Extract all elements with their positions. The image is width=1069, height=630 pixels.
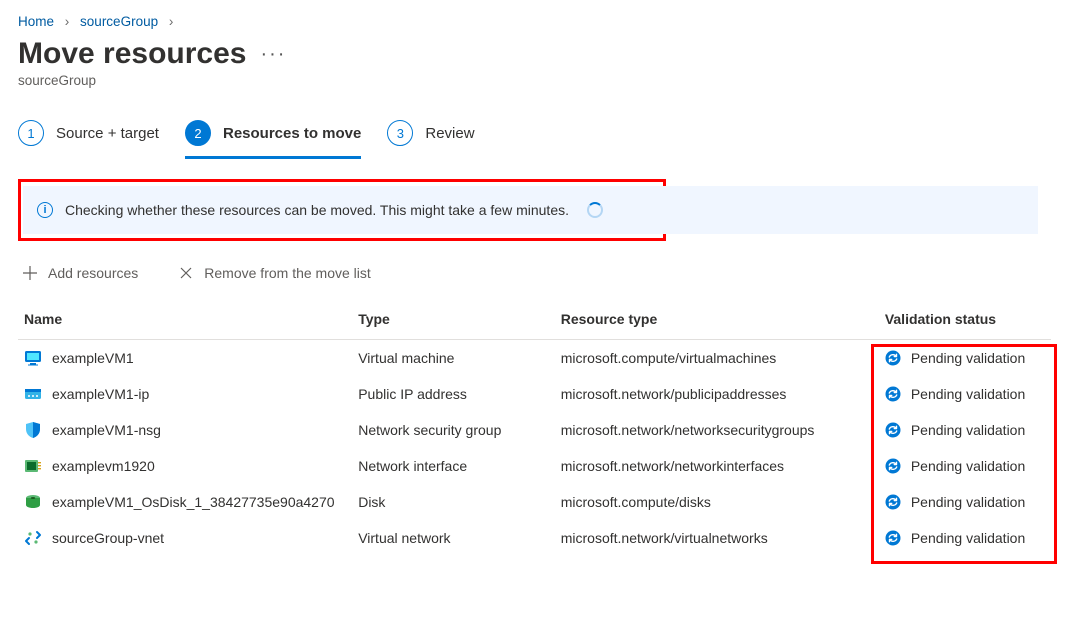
chevron-right-icon: ›: [65, 14, 70, 29]
sync-icon: [885, 530, 901, 546]
toolbar: Add resources Remove from the move list: [18, 255, 1051, 299]
breadcrumb-group[interactable]: sourceGroup: [80, 14, 158, 29]
plus-icon: [22, 265, 38, 281]
resource-type-friendly: Network interface: [352, 448, 555, 484]
resource-name: exampleVM1-ip: [52, 386, 149, 402]
chevron-right-icon: ›: [169, 14, 174, 29]
step-label: Resources to move: [223, 125, 361, 142]
info-banner: i Checking whether these resources can b…: [23, 186, 1038, 234]
step-label: Source + target: [56, 125, 159, 142]
col-header-resource-type[interactable]: Resource type: [555, 299, 879, 340]
resource-type: microsoft.network/publicipaddresses: [555, 376, 879, 412]
resource-type-friendly: Public IP address: [352, 376, 555, 412]
step-label: Review: [425, 125, 474, 142]
table-row[interactable]: exampleVM1 Virtual machinemicrosoft.compu…: [18, 340, 1051, 377]
breadcrumb-home[interactable]: Home: [18, 14, 54, 29]
table-row[interactable]: exampleVM1-ip Public IP addressmicrosoft.…: [18, 376, 1051, 412]
col-header-type[interactable]: Type: [352, 299, 555, 340]
vm-icon: [24, 349, 42, 367]
resource-type-friendly: Virtual network: [352, 520, 555, 556]
table-row[interactable]: exampleVM1-nsg Network security groupmicr…: [18, 412, 1051, 448]
disk-icon: [24, 493, 42, 511]
validation-status: Pending validation: [911, 350, 1025, 366]
resource-name: examplevm1920: [52, 458, 155, 474]
sync-icon: [885, 494, 901, 510]
stepper: 1 Source + target 2 Resources to move 3 …: [18, 114, 1051, 159]
validation-status: Pending validation: [911, 530, 1025, 546]
toolbar-label: Remove from the move list: [204, 265, 371, 281]
resource-name: exampleVM1: [52, 350, 134, 366]
info-icon: i: [37, 202, 53, 218]
validation-status: Pending validation: [911, 386, 1025, 402]
resource-type: microsoft.compute/virtualmachines: [555, 340, 879, 377]
step-number: 1: [18, 120, 44, 146]
page-title: Move resources: [18, 37, 246, 71]
add-resources-button[interactable]: Add resources: [22, 265, 138, 281]
close-icon: [178, 265, 194, 281]
remove-from-list-button[interactable]: Remove from the move list: [178, 265, 371, 281]
resources-table: Name Type Resource type Validation statu…: [18, 299, 1051, 556]
step-review[interactable]: 3 Review: [387, 114, 474, 159]
resource-name: exampleVM1_OsDisk_1_38427735e90a4270: [52, 494, 335, 510]
spinner-icon: [587, 202, 603, 218]
nic-icon: [24, 457, 42, 475]
resource-type-friendly: Virtual machine: [352, 340, 555, 377]
resource-type: microsoft.network/virtualnetworks: [555, 520, 879, 556]
resource-name: sourceGroup-vnet: [52, 530, 164, 546]
breadcrumb: Home › sourceGroup ›: [18, 14, 1051, 29]
sync-icon: [885, 422, 901, 438]
resource-type: microsoft.network/networksecuritygroups: [555, 412, 879, 448]
toolbar-label: Add resources: [48, 265, 138, 281]
sync-icon: [885, 386, 901, 402]
step-resources-to-move[interactable]: 2 Resources to move: [185, 114, 361, 159]
banner-highlight: i Checking whether these resources can b…: [18, 179, 666, 241]
banner-text: Checking whether these resources can be …: [65, 202, 569, 218]
resource-name: exampleVM1-nsg: [52, 422, 161, 438]
table-row[interactable]: sourceGroup-vnet Virtual networkmicrosoft…: [18, 520, 1051, 556]
validation-status: Pending validation: [911, 458, 1025, 474]
col-header-name[interactable]: Name: [18, 299, 352, 340]
step-source-target[interactable]: 1 Source + target: [18, 114, 159, 159]
resource-type-friendly: Disk: [352, 484, 555, 520]
resource-type: microsoft.compute/disks: [555, 484, 879, 520]
nsg-icon: [24, 421, 42, 439]
step-number: 3: [387, 120, 413, 146]
table-row[interactable]: examplevm1920 Network interfacemicrosoft.…: [18, 448, 1051, 484]
validation-status: Pending validation: [911, 494, 1025, 510]
resource-type-friendly: Network security group: [352, 412, 555, 448]
validation-status: Pending validation: [911, 422, 1025, 438]
more-actions-button[interactable]: ···: [260, 43, 286, 66]
ip-icon: [24, 385, 42, 403]
page-subtitle: sourceGroup: [18, 73, 1051, 88]
table-row[interactable]: exampleVM1_OsDisk_1_38427735e90a4270 Disk…: [18, 484, 1051, 520]
vnet-icon: [24, 529, 42, 547]
step-number: 2: [185, 120, 211, 146]
sync-icon: [885, 458, 901, 474]
resource-type: microsoft.network/networkinterfaces: [555, 448, 879, 484]
sync-icon: [885, 350, 901, 366]
col-header-status[interactable]: Validation status: [879, 299, 1051, 340]
